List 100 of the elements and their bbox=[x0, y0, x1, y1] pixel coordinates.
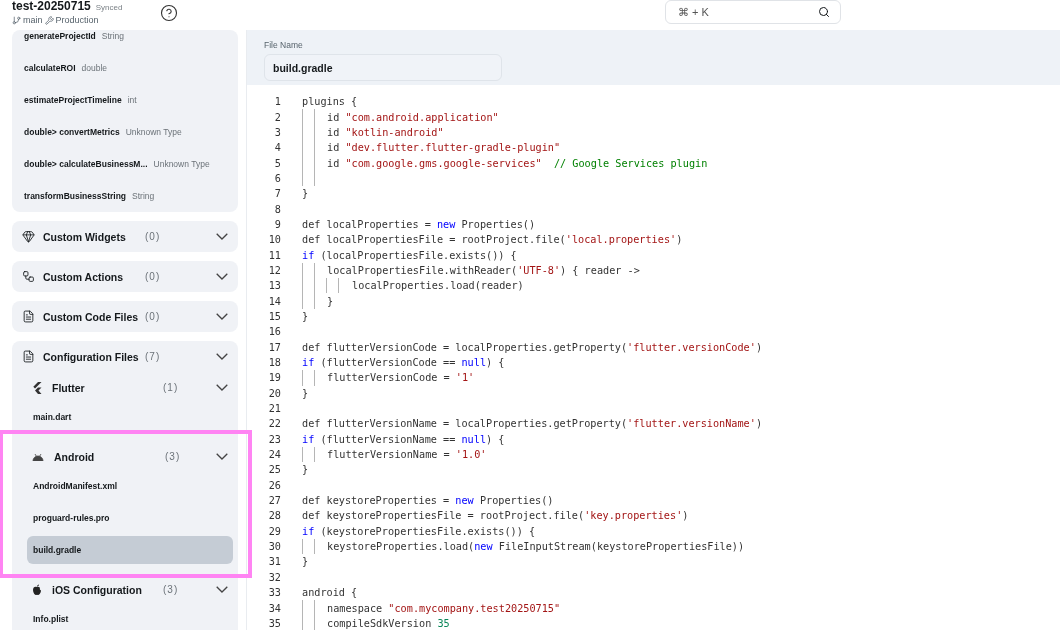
gem-icon bbox=[22, 230, 35, 243]
function-name[interactable]: transformBusinessString bbox=[24, 191, 127, 201]
code-line: } bbox=[302, 556, 309, 568]
line-number: 11 bbox=[267, 249, 281, 261]
code-line: compileSdkVersion 35 bbox=[327, 617, 450, 629]
code-line: } bbox=[302, 387, 309, 399]
field-label: File Name bbox=[264, 40, 304, 50]
line-number: 2 bbox=[273, 111, 281, 123]
chevron-down-icon bbox=[216, 586, 228, 593]
line-number: 9 bbox=[273, 218, 281, 230]
line-number: 18 bbox=[267, 357, 281, 368]
function-name[interactable]: double> convertMetrics bbox=[24, 127, 120, 137]
code-line: if (flutterVersionName == null) { bbox=[302, 433, 505, 445]
line-number: 27 bbox=[267, 495, 281, 507]
sync-status: Synced bbox=[95, 3, 123, 12]
function-type: int bbox=[127, 95, 137, 105]
line-number: 29 bbox=[267, 525, 281, 537]
file-item[interactable]: proguard-rules.pro bbox=[27, 504, 233, 532]
document-icon bbox=[22, 350, 35, 363]
android-icon bbox=[32, 452, 44, 461]
function-type: double bbox=[81, 63, 108, 73]
code-line: flutterVersionName = '1.0' bbox=[327, 449, 487, 461]
line-number: 25 bbox=[267, 464, 281, 476]
code-line: def keystoreProperties = new Properties() bbox=[302, 495, 554, 507]
line-number: 32 bbox=[267, 571, 281, 583]
branch-icon bbox=[12, 15, 21, 25]
code-line: android { bbox=[302, 587, 358, 599]
line-number: 17 bbox=[267, 341, 281, 353]
section-header[interactable]: Custom Actions (0) bbox=[12, 261, 238, 292]
line-number: 31 bbox=[267, 556, 281, 568]
file-item[interactable]: Info.plist bbox=[27, 605, 233, 630]
file-name-field[interactable]: build.gradle bbox=[264, 54, 502, 81]
section-header[interactable]: Configuration Files (7) bbox=[12, 341, 238, 372]
help-button[interactable] bbox=[160, 4, 178, 22]
file-item[interactable]: AndroidManifest.xml bbox=[27, 472, 233, 500]
line-number: 5 bbox=[273, 157, 281, 169]
line-number: 8 bbox=[273, 203, 281, 215]
search-input[interactable]: ⌘ + K bbox=[676, 5, 818, 19]
function-type: String bbox=[101, 31, 125, 41]
code-line: localPropertiesFile.withReader('UTF-8') { reader -> bbox=[327, 264, 640, 276]
apple-icon bbox=[32, 584, 42, 595]
section-header[interactable]: Custom Code Files (0) bbox=[12, 301, 238, 332]
code-line: if (localPropertiesFile.exists()) { bbox=[302, 249, 517, 261]
chevron-down-icon bbox=[216, 453, 228, 460]
code-line: } bbox=[327, 295, 334, 307]
line-number: 28 bbox=[267, 510, 281, 522]
line-number: 13 bbox=[267, 280, 281, 292]
environment-name: Production bbox=[55, 15, 99, 25]
code-line: plugins { bbox=[302, 96, 358, 108]
code-line: } bbox=[302, 188, 309, 200]
line-number: 7 bbox=[273, 188, 281, 200]
line-number: 33 bbox=[267, 587, 281, 599]
line-number: 19 bbox=[267, 372, 281, 384]
code-line: def localProperties = new Properties() bbox=[302, 218, 536, 230]
function-type: Unknown Type bbox=[125, 127, 182, 137]
line-number: 6 bbox=[273, 172, 281, 184]
code-line: def flutterVersionName = localProperties.getProperty('flutter.versionName') bbox=[302, 418, 763, 430]
code-line: id "com.android.application" bbox=[327, 111, 499, 123]
line-number: 1 bbox=[273, 96, 281, 108]
function-name[interactable]: generateProjectId bbox=[24, 31, 96, 41]
code-line: } bbox=[302, 311, 309, 322]
wrench-icon bbox=[44, 15, 54, 25]
code-line: namespace "com.mycompany.test20250715" bbox=[327, 602, 561, 614]
line-number: 14 bbox=[267, 295, 281, 307]
group-header[interactable]: Android (3) bbox=[12, 441, 238, 472]
line-number: 15 bbox=[267, 311, 281, 322]
code-line: def keystorePropertiesFile = rootProject.file('key.properties') bbox=[302, 510, 689, 522]
code-line: id "com.google.gms.google-services" // Google Services plugin bbox=[327, 157, 708, 169]
file-item[interactable]: build.gradle bbox=[27, 536, 233, 564]
function-name[interactable]: double> calculateBusinessM... bbox=[24, 159, 148, 169]
section-header[interactable]: Custom Widgets (0) bbox=[12, 221, 238, 252]
line-number: 16 bbox=[267, 326, 281, 338]
line-number: 22 bbox=[267, 418, 281, 430]
search-icon bbox=[818, 6, 830, 18]
line-number: 35 bbox=[267, 617, 281, 629]
code-line: id "dev.flutter.flutter-gradle-plugin" bbox=[327, 142, 561, 154]
line-number: 24 bbox=[267, 449, 281, 461]
code-line: if (keystorePropertiesFile.exists()) { bbox=[302, 525, 536, 537]
project-title: test-20250715 bbox=[12, 0, 91, 13]
line-number: 12 bbox=[267, 264, 281, 276]
search-field[interactable]: ⌘ + K bbox=[665, 0, 841, 24]
chevron-down-icon bbox=[216, 233, 228, 240]
group-header[interactable]: Flutter (1) bbox=[12, 372, 238, 403]
line-number: 26 bbox=[267, 479, 281, 491]
function-name[interactable]: calculateROI bbox=[24, 63, 76, 73]
line-number: 30 bbox=[267, 541, 281, 553]
line-number: 4 bbox=[273, 142, 281, 154]
code-line: id "kotlin-android" bbox=[327, 126, 444, 138]
document-icon bbox=[22, 310, 35, 323]
function-name[interactable]: estimateProjectTimeline bbox=[24, 95, 122, 105]
chevron-down-icon bbox=[216, 273, 228, 280]
file-item[interactable]: main.dart bbox=[27, 403, 233, 431]
line-number: 10 bbox=[267, 234, 281, 246]
line-number: 23 bbox=[267, 433, 281, 445]
code-line: def flutterVersionCode = localProperties.getProperty('flutter.versionCode') bbox=[302, 341, 763, 353]
line-number: 20 bbox=[267, 387, 281, 399]
line-number: 21 bbox=[267, 403, 281, 415]
code-line: if (flutterVersionCode == null) { bbox=[302, 357, 505, 368]
code-line: keystoreProperties.load(new FileInputStream(keystorePropertiesFile)) bbox=[327, 541, 745, 553]
group-header[interactable]: iOS Configuration (3) bbox=[12, 574, 238, 605]
